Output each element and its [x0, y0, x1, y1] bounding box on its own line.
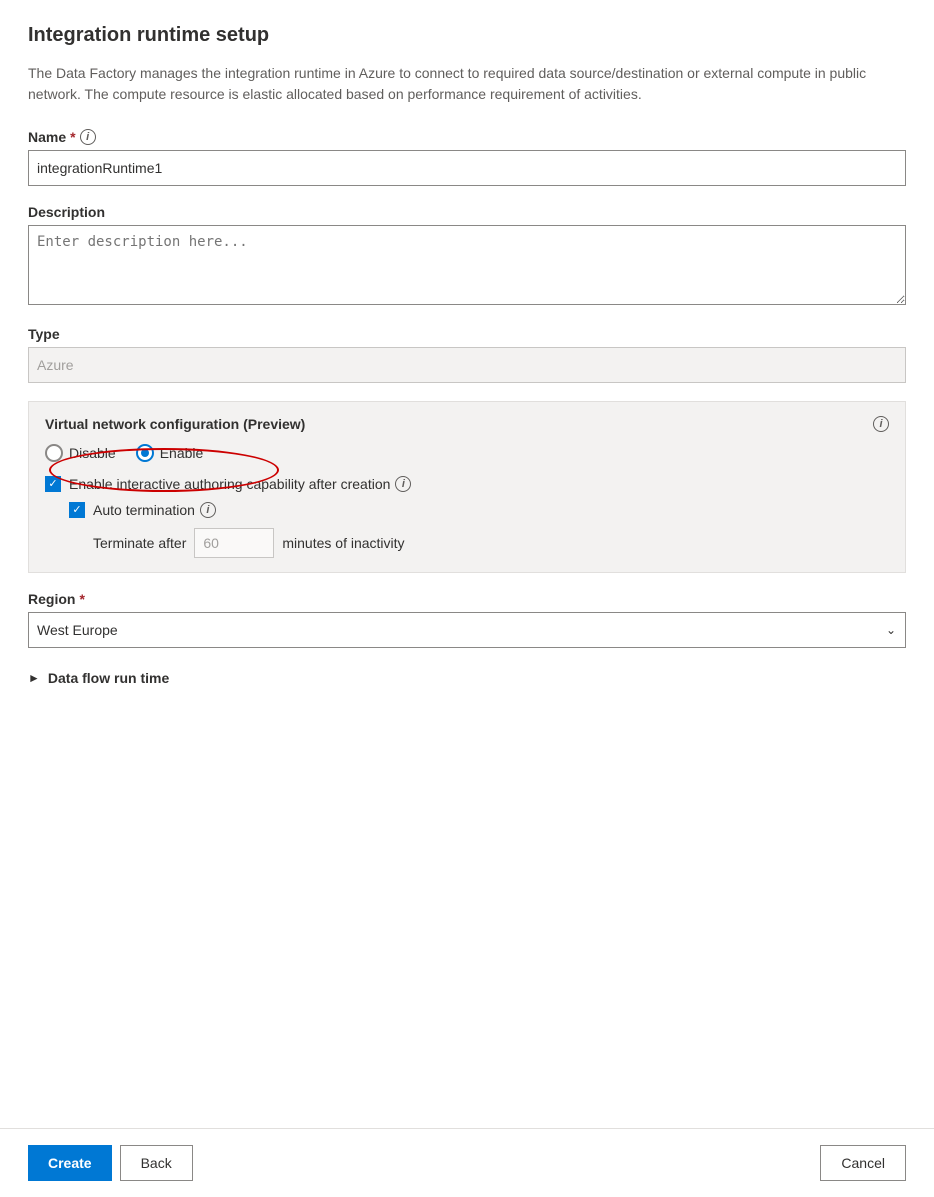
terminate-suffix: minutes of inactivity [282, 535, 404, 551]
vnet-radio-group: Disable Enable [45, 444, 889, 462]
interactive-authoring-checkbox[interactable]: ✓ [45, 476, 61, 492]
type-input: Azure [28, 347, 906, 383]
cancel-button[interactable]: Cancel [820, 1145, 906, 1181]
description-field-group: Description [28, 204, 906, 308]
region-field-group: Region * West Europe East US West US ⌄ [28, 591, 906, 648]
dataflow-run-time-row[interactable]: ► Data flow run time [28, 666, 906, 690]
region-required: * [79, 591, 84, 607]
vnet-disable-option[interactable]: Disable [45, 444, 116, 462]
name-field-group: Name * i [28, 129, 906, 186]
dataflow-chevron-right-icon: ► [28, 671, 40, 685]
vnet-section: Virtual network configuration (Preview) … [28, 401, 906, 573]
interactive-authoring-label: Enable interactive authoring capability … [69, 476, 411, 492]
vnet-info-icon[interactable]: i [873, 416, 889, 432]
page-title: Integration runtime setup [28, 24, 906, 47]
name-required: * [70, 129, 75, 145]
vnet-enable-option[interactable]: Enable [136, 444, 204, 462]
dataflow-run-time-label: Data flow run time [48, 670, 169, 686]
vnet-enable-radio[interactable] [136, 444, 154, 462]
terminate-after-label: Terminate after [93, 535, 186, 551]
name-label: Name * i [28, 129, 906, 145]
description-label: Description [28, 204, 906, 220]
auto-termination-info-icon[interactable]: i [200, 502, 216, 518]
auto-termination-row: ✓ Auto termination i [69, 502, 889, 518]
name-info-icon[interactable]: i [80, 129, 96, 145]
page-description: The Data Factory manages the integration… [28, 63, 888, 105]
vnet-disable-radio[interactable] [45, 444, 63, 462]
vnet-section-title: Virtual network configuration (Preview) [45, 416, 889, 432]
description-input[interactable] [28, 225, 906, 305]
interactive-authoring-info-icon[interactable]: i [395, 476, 411, 492]
region-label: Region * [28, 591, 906, 607]
interactive-authoring-row: ✓ Enable interactive authoring capabilit… [45, 476, 889, 492]
type-label: Type [28, 326, 906, 342]
region-select-wrapper: West Europe East US West US ⌄ [28, 612, 906, 648]
footer: Create Back Cancel [0, 1128, 934, 1197]
create-button[interactable]: Create [28, 1145, 112, 1181]
type-field-group: Type Azure [28, 326, 906, 383]
name-input[interactable] [28, 150, 906, 186]
terminate-input[interactable] [194, 528, 274, 558]
back-button[interactable]: Back [120, 1145, 193, 1181]
region-select[interactable]: West Europe East US West US [28, 612, 906, 648]
terminate-after-row: Terminate after minutes of inactivity [93, 528, 889, 558]
auto-termination-checkbox[interactable]: ✓ [69, 502, 85, 518]
vnet-disable-label: Disable [69, 445, 116, 461]
vnet-enable-label: Enable [160, 445, 204, 461]
auto-termination-label: Auto termination i [93, 502, 216, 518]
